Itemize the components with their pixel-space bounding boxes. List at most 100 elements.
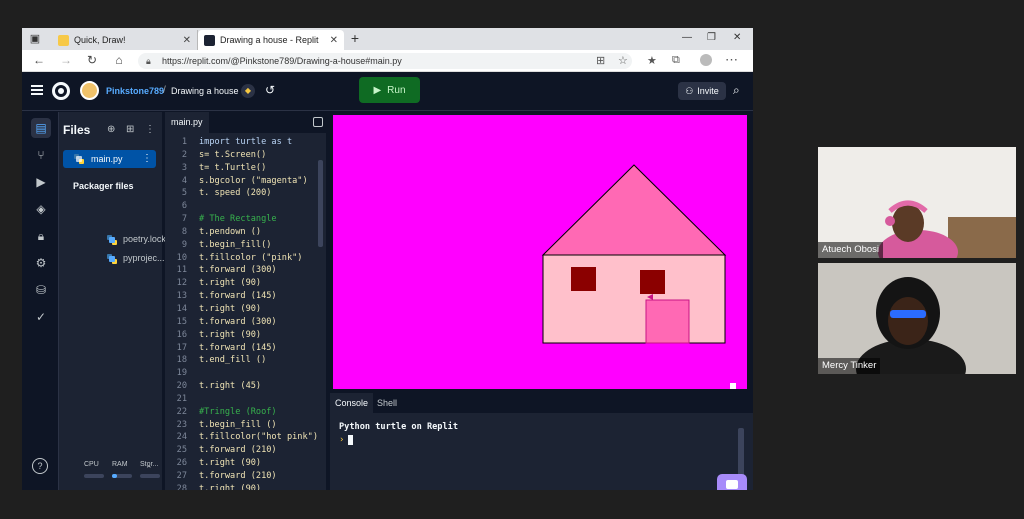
run-button[interactable]: ▶ Run xyxy=(359,77,420,103)
line-number: 4 xyxy=(181,175,187,186)
code-text: t.fillcolor ("pink") xyxy=(199,252,303,263)
console-cursor[interactable] xyxy=(348,435,353,445)
help-icon[interactable]: ? xyxy=(32,458,48,474)
profile-icon[interactable] xyxy=(700,54,712,66)
quickdraw-favicon xyxy=(58,34,69,46)
code-text: t.forward (145) xyxy=(199,342,277,353)
line-number: 22 xyxy=(176,406,187,417)
output-panel xyxy=(330,112,753,389)
code-line: 9 t.begin_fill() xyxy=(165,239,326,252)
code-text: t.forward (145) xyxy=(199,291,277,302)
repl-name[interactable]: Drawing a house xyxy=(171,86,239,96)
new-folder-icon[interactable]: ⊞ xyxy=(126,124,134,135)
code-text: import turtle as t xyxy=(199,137,293,147)
console-scrollbar[interactable] xyxy=(738,428,744,480)
minimize-icon[interactable]: — xyxy=(682,32,692,43)
history-icon[interactable]: ↺ xyxy=(265,83,275,97)
code-text: t.forward (300) xyxy=(199,265,277,276)
line-number: 1 xyxy=(181,137,187,147)
settings-gear-icon[interactable]: ⚙ xyxy=(31,253,51,273)
files-icon[interactable]: ▤ xyxy=(31,118,51,138)
close-window-icon[interactable]: ✕ xyxy=(733,32,741,43)
editor-layout-icon[interactable] xyxy=(313,117,323,127)
code-line: 5 t. speed (200) xyxy=(165,187,326,200)
back-icon[interactable]: ← xyxy=(31,53,47,67)
file-menu-icon[interactable]: ⋮ xyxy=(142,150,152,168)
apps-icon[interactable]: ⊞ xyxy=(596,54,605,67)
new-file-icon[interactable]: ⊕ xyxy=(107,124,115,135)
house-wall xyxy=(542,254,726,344)
database-icon[interactable]: ⛁ xyxy=(31,280,51,300)
browser-tab-title: Quick, Draw! xyxy=(74,35,126,45)
fullscreen-icon[interactable] xyxy=(730,383,736,389)
debugger-icon[interactable]: ▶ xyxy=(31,172,51,192)
line-number: 10 xyxy=(176,252,187,263)
chevron-up-icon[interactable]: ⌃ xyxy=(145,464,153,475)
code-line: 11 t.forward (300) xyxy=(165,264,326,277)
file-item-pyproject[interactable]: pyprojec... xyxy=(123,253,165,263)
code-line: 4 s.bgcolor ("magenta") xyxy=(165,175,326,188)
close-tab-icon[interactable]: ✕ xyxy=(330,35,338,46)
editor-tab-main-py[interactable]: main.py xyxy=(165,112,209,133)
house-window-right xyxy=(640,270,665,294)
line-number: 20 xyxy=(176,381,187,392)
maximize-icon[interactable]: ❐ xyxy=(707,32,716,43)
line-number: 8 xyxy=(181,226,187,237)
code-line: 26 t.right (90) xyxy=(165,457,326,470)
url-input[interactable]: 🔒︎ https://replit.com/@Pinkstone789/Draw… xyxy=(138,53,632,69)
packages-icon[interactable]: ◈ xyxy=(31,199,51,219)
username-link[interactable]: Pinkstone789 xyxy=(106,86,164,96)
code-text: t.right (90) xyxy=(199,303,262,314)
tab-actions-icon[interactable]: ▣ xyxy=(28,32,42,46)
lock-icon: 🔒︎ xyxy=(146,56,151,66)
search-icon[interactable]: ⌕ xyxy=(733,83,740,98)
files-more-icon[interactable]: ⋮ xyxy=(145,124,155,135)
avatar[interactable] xyxy=(80,81,99,100)
home-icon[interactable]: ⌂ xyxy=(111,53,127,67)
close-tab-icon[interactable]: ✕ xyxy=(183,35,191,46)
code-text: t. speed (200) xyxy=(199,188,272,199)
code-editor[interactable]: main.py 1 import turtle as t 2 s= t.Screen(… xyxy=(165,112,326,490)
turtle-canvas xyxy=(333,115,747,389)
browser-tab-quickdraw[interactable]: Quick, Draw! ✕ xyxy=(52,30,198,50)
chat-icon[interactable] xyxy=(717,474,747,490)
code-line: 22 #Tringle (Roof) xyxy=(165,406,326,419)
code-text: t.right (90) xyxy=(199,329,262,340)
code-line: 27 t.forward (210) xyxy=(165,470,326,483)
code-line: 7 # The Rectangle xyxy=(165,213,326,226)
code-line: 25 t.forward (210) xyxy=(165,444,326,457)
hamburger-icon[interactable] xyxy=(31,85,43,95)
participant-video-2[interactable]: Mercy Tinker xyxy=(818,263,1016,374)
check-icon[interactable]: ✓ xyxy=(31,307,51,327)
line-number: 26 xyxy=(176,458,187,469)
tool-rail: ▤ ⑂ ▶ ◈ 🔒︎ ⚙ ⛁ ✓ ? xyxy=(22,112,59,490)
code-line: 12 t.right (90) xyxy=(165,277,326,290)
browser-tab-replit[interactable]: Drawing a house - Replit ✕ xyxy=(198,30,344,50)
resource-usage[interactable]: CPU RAM Stor... ⌃ xyxy=(59,458,162,490)
file-item-poetry-lock[interactable]: poetry.lock xyxy=(123,234,166,244)
invite-button[interactable]: ⚇ Invite xyxy=(678,82,726,100)
code-line: 17 t.forward (145) xyxy=(165,342,326,355)
reload-icon[interactable]: ↻ xyxy=(84,53,100,67)
more-options-icon[interactable]: ⋯ xyxy=(725,52,738,68)
favorites-icon[interactable]: ★ xyxy=(647,54,657,67)
console-prompt: › xyxy=(339,435,345,445)
favorite-add-icon[interactable]: ☆ xyxy=(618,54,628,67)
tab-console[interactable]: Console xyxy=(330,393,374,413)
forward-icon[interactable]: → xyxy=(58,53,74,67)
line-number: 16 xyxy=(176,329,187,340)
python-file-icon xyxy=(74,154,84,164)
code-line: 28 t.right (90) xyxy=(165,483,326,490)
new-tab-icon[interactable]: + xyxy=(348,31,362,45)
version-control-icon[interactable]: ⑂ xyxy=(31,145,51,165)
tab-shell[interactable]: Shell xyxy=(372,393,402,413)
replit-logo[interactable] xyxy=(52,82,70,100)
secrets-lock-icon[interactable]: 🔒︎ xyxy=(31,226,51,246)
participant-video-1[interactable]: Atuech Obosi xyxy=(818,147,1016,258)
line-number: 3 xyxy=(181,162,187,173)
code-line: 1 import turtle as t xyxy=(165,136,326,149)
collections-icon[interactable]: ⧉ xyxy=(672,54,680,67)
code-line: 6 xyxy=(165,200,326,213)
file-item-main-py[interactable]: main.py ⋮ xyxy=(63,150,156,168)
editor-scrollbar[interactable] xyxy=(318,160,323,247)
